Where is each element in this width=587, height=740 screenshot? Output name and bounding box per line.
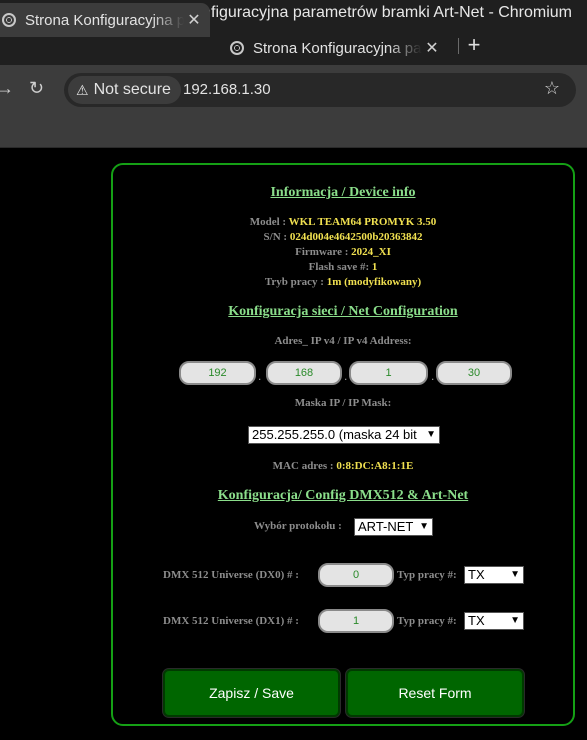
universe-1-mode-select[interactable]: TX ▼ <box>464 612 524 630</box>
protocol-select[interactable]: ART-NET ▼ <box>354 518 433 536</box>
tab-title: Strona Konfiguracyjna parametrów bramki … <box>253 39 422 57</box>
mac-row: MAC adres : 0:8:DC:A8:1:1E <box>113 460 573 472</box>
ip-octet-1-input[interactable]: 192 <box>179 361 256 385</box>
tab-title: Strona Konfiguracyjna parametrów bramki … <box>25 11 184 29</box>
ip-address-label: Adres_ IP v4 / IP v4 Address: <box>274 335 412 347</box>
chevron-down-icon: ▼ <box>510 569 520 580</box>
ip-dot: . <box>258 369 262 383</box>
reset-form-button[interactable]: Reset Form <box>346 669 524 717</box>
device-info-heading: Informacja / Device info <box>270 185 416 200</box>
security-label: Not secure <box>93 81 171 98</box>
sn-row: S/N : 024d004e4642500b20363842 <box>113 231 573 243</box>
ip-mask-value: 255.255.255.0 (maska 24 bit <box>252 427 417 442</box>
protocol-label: Wybór protokołu : <box>254 520 342 532</box>
address-bar[interactable]: ⚠ Not secure 192.168.1.30 ☆ <box>64 73 576 107</box>
firmware-value: 2024_XI <box>351 246 391 258</box>
universe-0-mode-value: TX <box>468 567 485 582</box>
chevron-down-icon: ▼ <box>510 615 520 626</box>
universe-0-mode-label: Typ pracy #: <box>397 569 457 581</box>
model-row: Model : WKL TEAM64 PROMYK 3.50 <box>113 216 573 228</box>
page-content: Informacja / Device info Model : WKL TEA… <box>0 148 587 740</box>
dmx-config-heading: Konfiguracja/ Config DMX512 & Art-Net <box>217 488 469 503</box>
new-tab-icon[interactable]: + <box>463 33 485 59</box>
net-config-heading: Konfiguracja sieci / Net Configuration <box>228 304 458 319</box>
browser-toolbar: → ↻ ⚠ Not secure 192.168.1.30 ☆ <box>0 65 587 115</box>
config-panel: Informacja / Device info Model : WKL TEA… <box>111 163 575 726</box>
ip-mask-label: Maska IP / IP Mask: <box>294 397 392 409</box>
firmware-row: Firmware : 2024_XI <box>113 246 573 258</box>
firmware-label: Firmware : <box>295 246 349 258</box>
globe-icon <box>2 13 16 27</box>
chevron-down-icon: ▼ <box>419 521 429 532</box>
ip-octet-4-input[interactable]: 30 <box>436 361 512 385</box>
bookmark-star-icon[interactable]: ☆ <box>544 78 560 99</box>
universe-0-label: DMX 512 Universe (DX0) # : <box>163 569 299 581</box>
mac-value: 0:8:DC:A8:1:1E <box>336 460 414 472</box>
protocol-value: ART-NET <box>358 519 414 534</box>
reload-icon[interactable]: ↻ <box>29 77 44 99</box>
url-text[interactable]: 192.168.1.30 <box>183 81 271 98</box>
ip-octet-2-input[interactable]: 168 <box>266 361 342 385</box>
sn-value: 024d004e4642500b20363842 <box>289 231 423 243</box>
warning-icon: ⚠ <box>76 81 89 98</box>
mode-value: 1m (modyfikowany) <box>326 276 422 288</box>
tab-active[interactable]: Strona Konfiguracyjna parametrów bramki … <box>0 3 210 37</box>
mode-label: Tryb pracy : <box>264 276 324 288</box>
universe-1-mode-value: TX <box>468 613 485 628</box>
ip-mask-select[interactable]: 255.255.255.0 (maska 24 bit ▼ <box>248 426 440 444</box>
security-chip[interactable]: ⚠ Not secure <box>68 76 181 104</box>
model-value: WKL TEAM64 PROMYK 3.50 <box>288 216 437 228</box>
ip-dot: . <box>431 369 435 383</box>
universe-1-mode-label: Typ pracy #: <box>397 615 457 627</box>
mode-row: Tryb pracy : 1m (modyfikowany) <box>113 276 573 288</box>
ip-octet-3-input[interactable]: 1 <box>349 361 428 385</box>
universe-1-input[interactable]: 1 <box>318 609 394 633</box>
close-tab-icon[interactable]: ✕ <box>422 38 442 58</box>
flash-row: Flash save #: 1 <box>113 261 573 273</box>
toolbar-extension-area <box>0 115 587 148</box>
tab-separator <box>458 38 459 54</box>
close-tab-icon[interactable]: ✕ <box>184 10 204 30</box>
model-label: Model : <box>249 216 287 228</box>
save-button[interactable]: Zapisz / Save <box>163 669 340 717</box>
mac-label: MAC adres : <box>272 460 334 472</box>
universe-0-input[interactable]: 0 <box>318 563 394 587</box>
tab-inactive[interactable]: Strona Konfiguracyjna parametrów bramki … <box>222 31 448 65</box>
globe-icon <box>230 41 244 55</box>
flash-label: Flash save #: <box>308 261 370 273</box>
universe-0-mode-select[interactable]: TX ▼ <box>464 566 524 584</box>
chevron-down-icon: ▼ <box>426 429 436 440</box>
flash-value: 1 <box>371 261 378 273</box>
forward-icon[interactable]: → <box>0 77 14 99</box>
sn-label: S/N : <box>263 231 288 243</box>
ip-dot: . <box>344 369 348 383</box>
universe-1-label: DMX 512 Universe (DX1) # : <box>163 615 299 627</box>
